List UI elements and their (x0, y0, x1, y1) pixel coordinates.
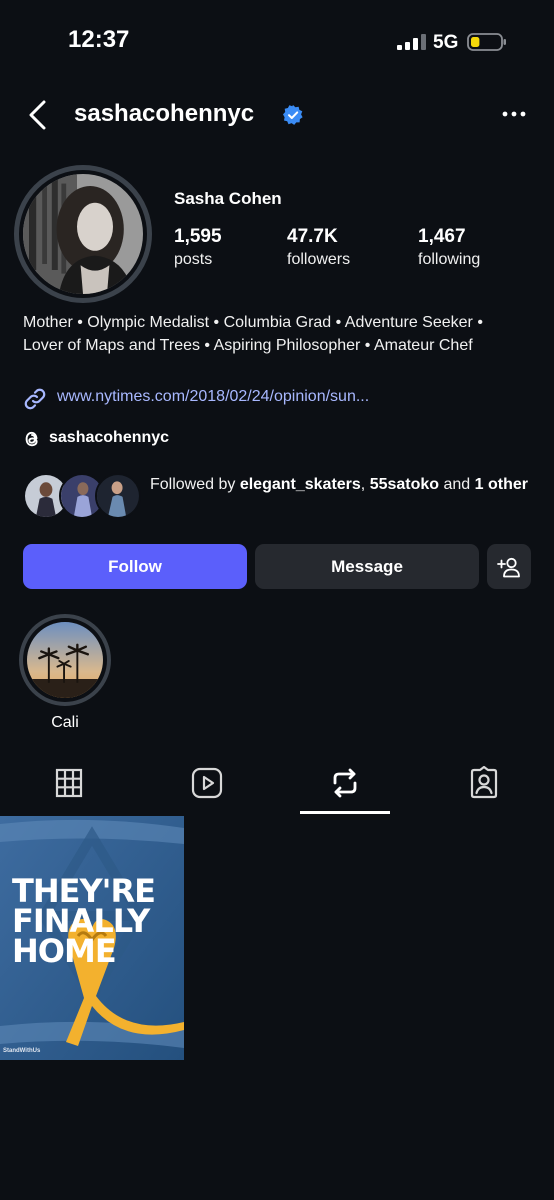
add-person-icon (497, 557, 520, 577)
status-time: 12:37 (68, 26, 130, 53)
mutual-user: elegant_skaters (239, 476, 361, 493)
followers-stat[interactable]: 47.7K followers (287, 226, 350, 269)
posts-stat[interactable]: 1,595 posts (174, 226, 222, 269)
tagged-person-icon (470, 766, 498, 799)
grid-icon (55, 768, 83, 798)
story-highlight[interactable]: Cali (19, 614, 111, 732)
post-headline: THEY'RE FINALLY HOME (12, 872, 156, 970)
reels-icon (191, 767, 223, 799)
battery-icon (467, 33, 506, 51)
following-label: following (418, 251, 481, 268)
verified-badge-icon (283, 105, 303, 125)
post-thumbnail[interactable]: THEY'RE FINALLY HOME StandWithUs (0, 816, 184, 1060)
followed-by-prefix: Followed by (150, 476, 240, 493)
tab-reels[interactable] (162, 752, 252, 816)
tab-reposts[interactable] (300, 752, 390, 816)
followed-by-separator: , (360, 476, 370, 493)
following-count: 1,467 (418, 226, 466, 247)
tab-grid[interactable] (24, 752, 114, 816)
post-watermark: StandWithUs (3, 1048, 41, 1054)
mutual-others: 1 other (474, 476, 528, 493)
status-bar: 12:37 5G (0, 0, 554, 80)
posts-label: posts (174, 251, 213, 268)
avatar-photo (23, 174, 143, 294)
mutual-followers-avatars[interactable] (23, 473, 141, 519)
threads-handle: sashacohennyc (49, 429, 170, 446)
threads-icon (25, 431, 38, 447)
followers-count: 47.7K (287, 226, 338, 247)
message-button[interactable]: Message (255, 544, 479, 589)
highlight-cover-image (27, 622, 103, 698)
signal-icon (397, 34, 426, 50)
header-username: sashacohennyc (74, 100, 255, 127)
network-type: 5G (433, 32, 459, 53)
mutual-avatar (95, 473, 141, 519)
followed-by-and: and (439, 476, 475, 493)
following-stat[interactable]: 1,467 following (418, 226, 480, 269)
repost-icon (333, 768, 357, 798)
profile-header: sashacohennyc (0, 90, 554, 140)
followers-label: followers (287, 251, 351, 268)
highlight-ring (19, 614, 111, 706)
link-icon (24, 388, 46, 410)
profile-tabs (0, 752, 554, 816)
display-name: Sasha Cohen (174, 189, 282, 208)
profile-bio: Mother • Olympic Medalist • Columbia Gra… (23, 314, 483, 354)
mutual-user: 55satoko (369, 476, 440, 493)
tab-tagged[interactable] (439, 752, 529, 816)
chevron-left-icon[interactable] (26, 99, 50, 131)
bio-link-text[interactable]: www.nytimes.com/2018/02/24/opinion/sun..… (57, 388, 369, 406)
more-horizontal-icon[interactable] (500, 104, 528, 124)
posts-count: 1,595 (174, 226, 222, 247)
followed-by-text[interactable]: Followed by elegant_skaters, 55satoko an… (150, 474, 540, 497)
follow-button[interactable]: Follow (23, 544, 247, 589)
profile-avatar[interactable] (14, 165, 152, 303)
active-tab-indicator (300, 811, 390, 814)
suggested-people-button[interactable] (487, 544, 531, 589)
highlight-label: Cali (51, 714, 79, 731)
